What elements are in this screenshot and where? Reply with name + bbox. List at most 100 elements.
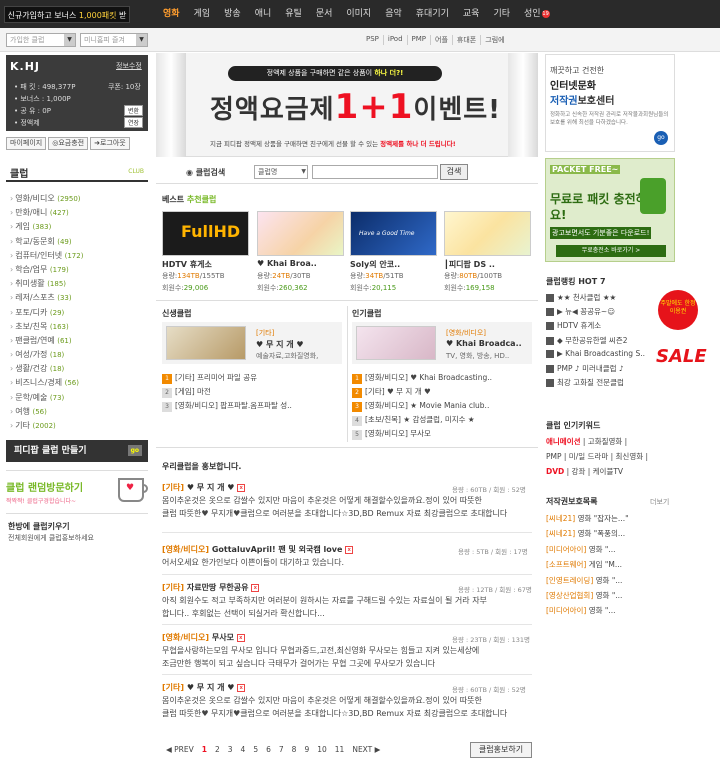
page-11[interactable]: 11 — [331, 745, 349, 754]
copyright-item[interactable]: [미디어아이] 영화 "... — [546, 605, 676, 620]
nav-mobile[interactable]: 휴대기기 — [409, 0, 456, 28]
nav-adult[interactable]: 성인 19 — [517, 0, 557, 28]
nav-movie[interactable]: 영화 — [156, 0, 187, 28]
category-item[interactable]: › 초보/친목 (163) — [10, 321, 146, 335]
nav-music[interactable]: 음악 — [378, 0, 409, 28]
close-icon[interactable]: x — [237, 483, 246, 492]
popular-club-name[interactable]: ♥ Khai Broadca.. — [446, 339, 522, 348]
category-item[interactable]: › 학습/업무 (179) — [10, 264, 146, 278]
popular-club-list-item[interactable]: 3 [영화/비디오] ★ Movie Mania club.. — [352, 400, 489, 412]
free-charge-link[interactable]: 무료충전소 바로가기 > — [556, 245, 666, 257]
nav-broadcast[interactable]: 방송 — [217, 0, 248, 28]
next-page-button[interactable]: NEXT ▶ — [348, 745, 384, 754]
page-7[interactable]: 7 — [275, 745, 288, 754]
category-item[interactable]: › 팬클럽/연예 (61) — [10, 335, 146, 349]
best-club-title[interactable]: HDTV 휴게소 — [162, 259, 212, 270]
site-logo[interactable]: K.HJ — [10, 60, 40, 73]
close-icon[interactable]: x — [345, 545, 354, 554]
popular-club-list-item[interactable]: 5 [영화/비디오] 무사모 — [352, 428, 431, 440]
category-item[interactable]: › 여성/가정 (18) — [10, 349, 146, 363]
mypage-button[interactable]: 마이페이지 — [6, 137, 47, 150]
go-icon[interactable]: go — [654, 131, 668, 145]
best-club-thumb[interactable] — [257, 211, 344, 256]
best-club-thumb[interactable]: Have a Good Time — [350, 211, 437, 256]
copyright-item[interactable]: [소프트웨어] 게임 "M... — [546, 559, 676, 574]
sublink-ipod[interactable]: iPod — [382, 35, 407, 45]
page-10[interactable]: 10 — [313, 745, 331, 754]
signup-promo-banner[interactable]: 신규가입하고 보너스 1,000패킷 받자! — [4, 6, 130, 37]
keyword-text[interactable]: | 강좌 | 케이블TV — [564, 467, 623, 476]
keyword-text[interactable]: | 고화질영화 | — [581, 437, 627, 446]
promo-entry-title[interactable]: [기타] ♥ 무 지 개 ♥ x — [162, 682, 246, 693]
keyword-row[interactable]: 애니메이션 | 고화질영화 | — [546, 434, 676, 449]
club-search-button[interactable]: 검색 — [440, 164, 468, 180]
sale-badge[interactable]: 주말에도 한정 이용권 — [658, 290, 698, 330]
category-item[interactable]: › 학교/동문회 (49) — [10, 236, 146, 250]
best-club-thumb[interactable] — [444, 211, 531, 256]
copyright-item[interactable]: [씨네21] 영화 "폭풍의... — [546, 528, 676, 543]
page-1[interactable]: 1 — [198, 745, 211, 754]
keyword-highlight[interactable]: DVD — [546, 467, 564, 476]
new-club-list-item[interactable]: 1 [기타] 프리미어 파일 공유 — [162, 372, 257, 384]
copyright-item[interactable]: [미디어아이] 영화 "... — [546, 544, 676, 559]
minihompy-select[interactable]: 미니홈피 즐겨 ▼ — [80, 33, 148, 47]
ranking-item[interactable]: 최강 고화질 전문클럽 — [546, 377, 676, 391]
ranking-item[interactable]: ▶ 뉴◀ 꽁공유~☺ — [546, 306, 676, 320]
sublink-psp[interactable]: PSP — [362, 35, 383, 45]
sale-text[interactable]: SALE — [656, 346, 707, 367]
club-search-input[interactable] — [312, 165, 438, 179]
category-item[interactable]: › 생활/건강 (18) — [10, 363, 146, 377]
promo-entry-title[interactable]: [기타] ♥ 무 지 개 ♥ x — [162, 482, 246, 493]
edit-profile-link[interactable]: 정보수정 — [116, 61, 142, 71]
make-club-button[interactable]: 피디팝 클럽 만들기 go — [6, 440, 148, 462]
page-8[interactable]: 8 — [288, 745, 301, 754]
promote-club-title[interactable]: 한방에 클럽키우기 — [8, 521, 70, 532]
popular-club-list-item[interactable]: 4 [초보/친목] ★ 감성클럽, 미지수 ★ — [352, 414, 475, 426]
page-2[interactable]: 2 — [211, 745, 224, 754]
page-5[interactable]: 5 — [249, 745, 262, 754]
copyright-item[interactable]: [인영트레이딩] 영화 "... — [546, 575, 676, 590]
close-icon[interactable]: x — [251, 583, 260, 592]
prev-page-button[interactable]: ◀ PREV — [162, 745, 198, 754]
ranking-item[interactable]: ★★ 천사클럽 ★★ — [546, 292, 676, 306]
popular-club-list-item[interactable]: 2 [기타] ♥ 무 지 개 ♥ — [352, 386, 431, 398]
page-3[interactable]: 3 — [224, 745, 237, 754]
category-item[interactable]: › 영화/비디오 (2950) — [10, 193, 146, 207]
nav-etc[interactable]: 기타 — [486, 0, 517, 28]
new-club-list-item[interactable]: 2 [게임] 마전 — [162, 386, 211, 398]
new-club-thumb[interactable] — [166, 326, 246, 360]
joined-club-select[interactable]: 가입한 클럽 ▼ — [6, 33, 76, 47]
nav-anime[interactable]: 애니 — [248, 0, 279, 28]
nav-education[interactable]: 교육 — [456, 0, 487, 28]
best-club-title[interactable]: Soly의 안코.. — [350, 259, 400, 270]
category-item[interactable]: › 취미생활 (185) — [10, 278, 146, 292]
keyword-row[interactable]: PMP | 미/일 드라마 | 최신영화 | — [546, 449, 676, 464]
keyword-row[interactable]: DVD | 강좌 | 케이블TV — [546, 464, 676, 479]
new-club-name[interactable]: ♥ 무 지 개 ♥ — [256, 339, 304, 350]
best-club-thumb[interactable]: FullHD — [162, 211, 249, 256]
club-search-select[interactable]: 클럽명 ▼ — [254, 165, 308, 179]
category-item[interactable]: › 레저/스포츠 (33) — [10, 292, 146, 306]
category-item[interactable]: › 게임 (383) — [10, 221, 146, 235]
sublink-phone[interactable]: 휴대폰 — [451, 35, 480, 45]
copyright-more-link[interactable]: 더보기 — [650, 497, 669, 507]
category-item[interactable]: › 기타 (2002) — [10, 420, 146, 434]
sublink-app[interactable]: 어플 — [430, 35, 452, 45]
sublink-pmp[interactable]: PMP — [406, 35, 430, 45]
promo-entry-title[interactable]: [영화/비디오] 무사모 x — [162, 632, 245, 643]
category-item[interactable]: › 포토/디카 (29) — [10, 307, 146, 321]
promote-club-button[interactable]: 클럽홍보하기 — [470, 742, 532, 758]
promo-entry-title[interactable]: [영화/비디오] GottaluvApril! 팬 및 외국캠 love x — [162, 544, 354, 555]
charge-button[interactable]: ◎요금충전 — [48, 137, 89, 150]
convert-button[interactable]: 변환 — [124, 105, 144, 116]
copyright-item[interactable]: [영상산업협회] 영화 "... — [546, 590, 676, 605]
best-club-title[interactable]: ♥ Khai Broa.. — [257, 259, 317, 268]
page-6[interactable]: 6 — [262, 745, 275, 754]
copyright-center-ad[interactable]: 깨끗하고 건전한 인터넷문화 저작권보호센터 정화하고 신속한 저작권 관리로 … — [545, 54, 675, 152]
best-club-title[interactable]: ┃피디팝 DS .. — [444, 259, 495, 270]
sublink-drawing[interactable]: 그림에 — [480, 35, 508, 45]
logout-button[interactable]: ➜로그아웃 — [90, 137, 130, 150]
nav-game[interactable]: 게임 — [187, 0, 218, 28]
category-item[interactable]: › 문학/예술 (73) — [10, 392, 146, 406]
page-4[interactable]: 4 — [237, 745, 250, 754]
